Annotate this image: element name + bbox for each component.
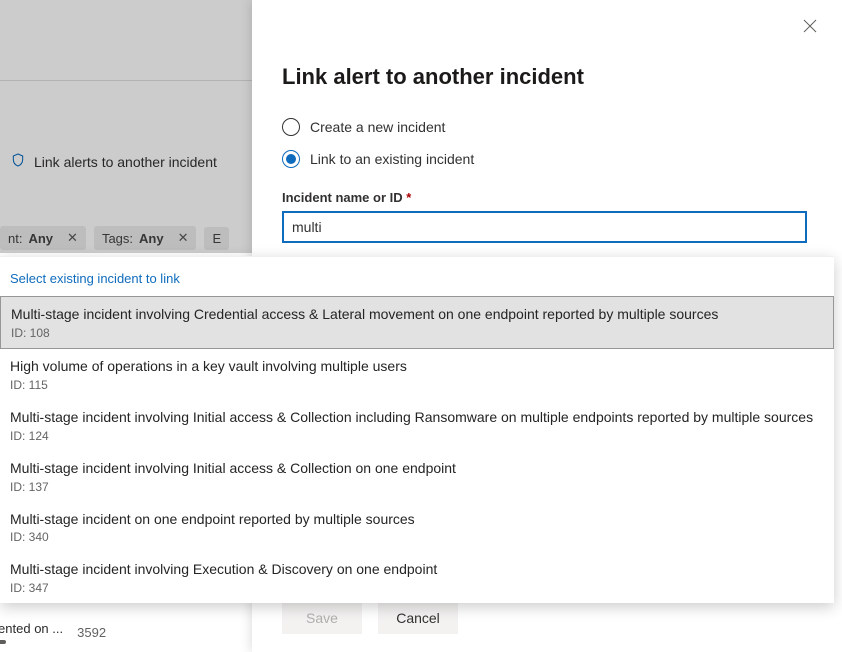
cancel-button[interactable]: Cancel: [378, 602, 458, 634]
filter-value: Any: [28, 231, 53, 246]
filter-label: Tags:: [102, 231, 133, 246]
label-text: Incident name or ID: [282, 190, 403, 205]
dropdown-item-id: ID: 115: [10, 378, 824, 392]
radio-label: Create a new incident: [310, 119, 445, 135]
save-button[interactable]: Save: [282, 602, 362, 634]
close-panel-button[interactable]: [802, 18, 822, 38]
modal-overlay: [0, 0, 252, 253]
dropdown-item[interactable]: Multi-stage incident involving Initial a…: [0, 451, 834, 502]
dropdown-item-id: ID: 347: [10, 581, 824, 595]
filter-pill-nt[interactable]: nt: Any ✕: [0, 226, 86, 250]
radio-icon: [282, 150, 300, 168]
radio-create-new-incident[interactable]: Create a new incident: [282, 118, 812, 136]
dropdown-item[interactable]: Multi-stage incident involving Credentia…: [0, 296, 834, 349]
radio-group-link-mode: Create a new incident Link to an existin…: [282, 118, 812, 168]
dropdown-item-name: High volume of operations in a key vault…: [10, 357, 824, 376]
required-indicator: *: [406, 190, 411, 205]
dropdown-item-name: Multi-stage incident involving Initial a…: [10, 408, 824, 427]
dropdown-item[interactable]: Multi-stage incident on one endpoint rep…: [0, 502, 834, 553]
divider: [0, 80, 252, 81]
incident-autocomplete-dropdown: Select existing incident to link Multi-s…: [0, 256, 834, 603]
dropdown-item-id: ID: 137: [10, 480, 824, 494]
close-icon[interactable]: ✕: [178, 230, 189, 246]
row-id: 3592: [77, 625, 106, 640]
dropdown-item-name: Multi-stage incident on one endpoint rep…: [10, 510, 824, 529]
dropdown-item[interactable]: Multi-stage incident involving Execution…: [0, 552, 834, 603]
row-label: revented on ...: [0, 621, 63, 636]
filter-label: nt:: [8, 231, 22, 246]
toolbar-label: Link alerts to another incident: [34, 154, 217, 170]
progress-bar: [0, 640, 6, 644]
radio-icon: [282, 118, 300, 136]
filter-value: Any: [139, 231, 164, 246]
shield-icon: [10, 152, 26, 171]
incident-name-input[interactable]: [282, 211, 807, 243]
dropdown-list: Multi-stage incident involving Credentia…: [0, 296, 834, 603]
dropdown-item-id: ID: 124: [10, 429, 824, 443]
filter-bar: nt: Any ✕ Tags: Any ✕ E: [0, 218, 229, 258]
dropdown-item-id: ID: 340: [10, 530, 824, 544]
table-row[interactable]: revented on ... 3592: [0, 621, 113, 644]
panel-actions: Save Cancel: [282, 602, 458, 634]
dropdown-header: Select existing incident to link: [0, 257, 834, 296]
radio-link-existing-incident[interactable]: Link to an existing incident: [282, 150, 812, 168]
dropdown-item[interactable]: High volume of operations in a key vault…: [0, 349, 834, 400]
dropdown-item-name: Multi-stage incident involving Credentia…: [11, 305, 823, 324]
panel-title: Link alert to another incident: [282, 64, 812, 90]
radio-label: Link to an existing incident: [310, 151, 474, 167]
close-icon[interactable]: ✕: [67, 230, 78, 246]
filter-pill-extra[interactable]: E: [204, 227, 229, 250]
dropdown-item-name: Multi-stage incident involving Execution…: [10, 560, 824, 579]
dropdown-item-id: ID: 108: [11, 326, 823, 340]
filter-pill-tags[interactable]: Tags: Any ✕: [94, 226, 197, 250]
toolbar-item-link-alerts[interactable]: Link alerts to another incident: [0, 146, 227, 177]
incident-field-label: Incident name or ID *: [282, 190, 812, 205]
dropdown-item-name: Multi-stage incident involving Initial a…: [10, 459, 824, 478]
dropdown-item[interactable]: Multi-stage incident involving Initial a…: [0, 400, 834, 451]
